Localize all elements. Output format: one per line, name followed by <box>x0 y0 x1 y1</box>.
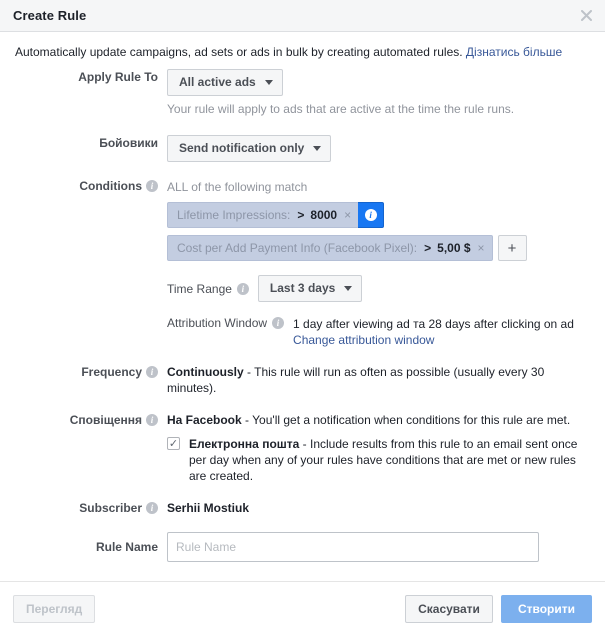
cancel-button[interactable]: Скасувати <box>405 595 493 623</box>
subscriber-value: Serhii Mostiuk <box>167 501 250 515</box>
notifications-label-text: Сповіщення <box>69 413 142 427</box>
chevron-down-icon <box>313 146 322 151</box>
apply-rule-to-label: Apply Rule To <box>78 70 158 84</box>
subscriber-label: Subscriber i <box>15 500 167 516</box>
action-field: Send notification only <box>167 135 590 162</box>
conditions-label-text: Conditions <box>79 179 142 193</box>
email-notification-text: Електронна пошта - Include results from … <box>189 436 590 484</box>
apply-rule-to-value: All active ads <box>179 75 256 89</box>
apply-rule-to-row: Apply Rule To All active ads Your rule w… <box>15 69 590 117</box>
frequency-label-text: Frequency <box>81 365 142 379</box>
condition-name: Lifetime Impressions: <box>177 208 291 222</box>
intro-text: Automatically update campaigns, ad sets … <box>15 32 590 69</box>
email-notification-line: ✓ Електронна пошта - Include results fro… <box>167 436 590 484</box>
info-icon[interactable]: i <box>146 180 158 192</box>
frequency-label: Frequency i <box>15 364 167 380</box>
attribution-window-row: Attribution Window i 1 day after viewing… <box>167 316 590 348</box>
conditions-row: Conditions i ALL of the following match … <box>15 178 590 348</box>
attribution-window-value-group: 1 day after viewing ad та 28 days after … <box>293 316 574 348</box>
remove-condition-icon[interactable]: × <box>478 241 485 255</box>
info-icon[interactable]: i <box>146 414 158 426</box>
condition-operator: > <box>424 241 432 255</box>
frequency-field: Continuously - This rule will run as oft… <box>167 364 590 396</box>
create-button[interactable]: Створити <box>500 595 592 623</box>
condition-row: Cost per Add Payment Info (Facebook Pixe… <box>167 235 590 261</box>
email-notification-title: Електронна пошта <box>189 437 300 451</box>
conditions-match-text: ALL of the following match <box>167 180 308 194</box>
conditions-field: ALL of the following match Lifetime Impr… <box>167 178 590 348</box>
conditions-label: Conditions i <box>15 178 167 194</box>
close-icon[interactable] <box>577 7 595 25</box>
time-range-label-text: Time Range <box>167 281 232 296</box>
apply-rule-to-helper: Your rule will apply to ads that are act… <box>167 102 515 116</box>
condition-value: 8000 <box>310 208 338 222</box>
info-icon: i <box>364 209 377 221</box>
subscriber-label-text: Subscriber <box>79 501 142 515</box>
rule-name-label: Rule Name <box>95 540 158 554</box>
attribution-window-value: 1 day after viewing ad та 28 days after … <box>293 317 574 331</box>
rule-name-input[interactable] <box>167 532 539 562</box>
dialog-titlebar: Create Rule <box>0 0 605 32</box>
page-title: Create Rule <box>13 8 87 23</box>
condition-info-button[interactable]: i <box>358 202 385 228</box>
chevron-down-icon <box>344 286 353 291</box>
action-value: Send notification only <box>179 141 305 155</box>
create-rule-dialog: Create Rule Automatically update campaig… <box>0 0 605 636</box>
facebook-notification-title: На Facebook <box>167 413 242 427</box>
time-range-value: Last 3 days <box>269 281 336 295</box>
rule-name-field <box>167 532 590 562</box>
rule-name-row: Rule Name <box>15 532 590 562</box>
time-range-label: Time Range i <box>167 282 249 296</box>
notifications-row: Сповіщення i На Facebook - You'll get a … <box>15 412 590 484</box>
remove-condition-icon[interactable]: × <box>344 208 351 222</box>
facebook-notification-description: - You'll get a notification when conditi… <box>241 413 571 427</box>
condition-name: Cost per Add Payment Info (Facebook Pixe… <box>177 241 418 255</box>
apply-rule-to-select[interactable]: All active ads <box>167 69 283 96</box>
info-icon[interactable]: i <box>272 317 285 329</box>
action-label: Бойовики <box>99 136 158 150</box>
time-range-row: Time Range i Last 3 days <box>167 275 590 302</box>
condition-row: Lifetime Impressions: > 8000 × i <box>167 202 590 228</box>
frequency-value: Continuously <box>167 365 244 379</box>
condition-pill[interactable]: Cost per Add Payment Info (Facebook Pixe… <box>167 235 493 261</box>
dialog-footer: Перегляд Скасувати Створити <box>0 581 605 636</box>
chevron-down-icon <box>264 80 273 85</box>
notifications-label: Сповіщення i <box>15 412 167 428</box>
frequency-row: Frequency i Continuously - This rule wil… <box>15 364 590 396</box>
preview-button[interactable]: Перегляд <box>13 595 96 623</box>
intro-description: Automatically update campaigns, ad sets … <box>15 45 466 59</box>
change-attribution-window-link[interactable]: Change attribution window <box>293 332 574 348</box>
attribution-window-label-text: Attribution Window <box>167 316 268 330</box>
info-icon[interactable]: i <box>146 366 158 378</box>
email-notification-checkbox[interactable]: ✓ <box>167 437 180 450</box>
info-icon[interactable]: i <box>236 282 249 295</box>
time-range-select[interactable]: Last 3 days <box>257 275 363 302</box>
action-select[interactable]: Send notification only <box>167 135 332 162</box>
facebook-notification-line: На Facebook - You'll get a notification … <box>167 412 590 428</box>
info-icon[interactable]: i <box>146 502 158 514</box>
condition-pill[interactable]: Lifetime Impressions: > 8000 × <box>167 202 360 228</box>
condition-operator: > <box>297 208 305 222</box>
apply-rule-to-field: All active ads Your rule will apply to a… <box>167 69 590 117</box>
action-row: Бойовики Send notification only <box>15 135 590 162</box>
subscriber-field: Serhii Mostiuk <box>167 500 590 516</box>
attribution-window-label: Attribution Window i <box>167 316 285 330</box>
subscriber-row: Subscriber i Serhii Mostiuk <box>15 500 590 516</box>
footer-actions: Скасувати Створити <box>405 595 592 623</box>
notifications-field: На Facebook - You'll get a notification … <box>167 412 590 484</box>
add-condition-button[interactable]: + <box>497 235 527 261</box>
condition-value: 5,00 $ <box>437 241 471 255</box>
dialog-body: Automatically update campaigns, ad sets … <box>0 32 605 581</box>
learn-more-link[interactable]: Дізнатись більше <box>466 45 562 59</box>
